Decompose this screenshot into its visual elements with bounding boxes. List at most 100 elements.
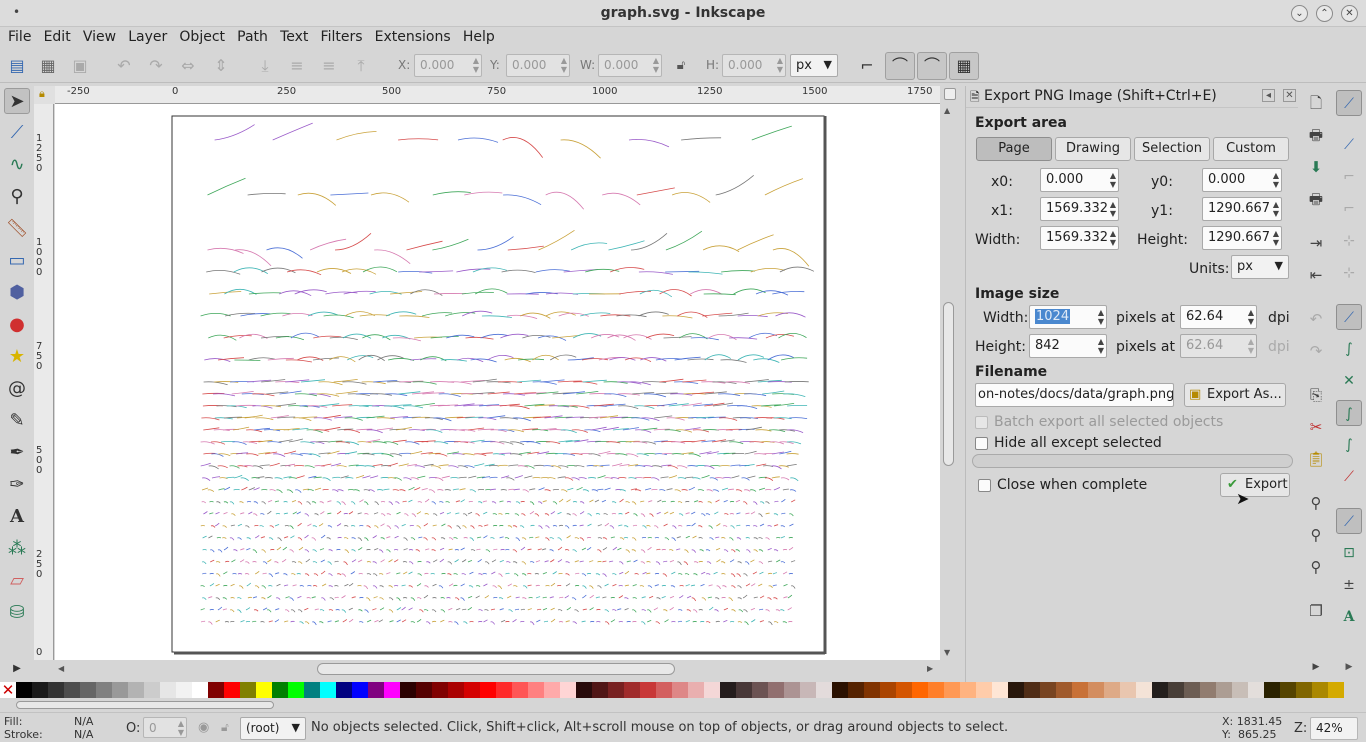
color-swatch[interactable] <box>688 682 704 698</box>
x-input[interactable]: 0.000 ▲ ▼ <box>414 54 482 77</box>
color-swatch[interactable] <box>416 682 432 698</box>
opacity-input[interactable]: 0 ▲ ▼ <box>143 717 187 738</box>
color-swatch[interactable] <box>80 682 96 698</box>
spin-arrows-icon[interactable]: ▲ ▼ <box>1110 200 1116 218</box>
spin-arrows-icon[interactable]: ▲ ▼ <box>1273 171 1279 189</box>
color-swatch[interactable] <box>1264 682 1280 698</box>
color-swatch[interactable] <box>1184 682 1200 698</box>
eraser-tool-icon[interactable]: ▱ <box>4 568 30 594</box>
color-swatch[interactable] <box>496 682 512 698</box>
area-selection-button[interactable]: Selection <box>1134 137 1210 161</box>
snap-intersections-icon[interactable]: ✕ <box>1336 368 1362 394</box>
expand-toolbox-icon[interactable]: ▶ <box>4 656 30 682</box>
color-swatch[interactable] <box>1008 682 1024 698</box>
color-swatch[interactable] <box>976 682 992 698</box>
cut-icon[interactable]: ✂ <box>1305 416 1327 438</box>
menu-file[interactable]: File <box>0 27 31 45</box>
color-swatch[interactable] <box>160 682 176 698</box>
color-swatch[interactable] <box>272 682 288 698</box>
horizontal-scrollbar[interactable]: ◀ ▶ <box>55 662 940 677</box>
color-swatch[interactable] <box>1232 682 1248 698</box>
spin-arrows-icon[interactable]: ▲ ▼ <box>178 719 184 737</box>
img-width-input[interactable]: 1024 ▲ ▼ <box>1029 305 1107 329</box>
color-swatch[interactable] <box>1312 682 1328 698</box>
color-swatch[interactable] <box>784 682 800 698</box>
selector-tool-icon[interactable]: ➤ <box>4 88 30 114</box>
color-swatch[interactable] <box>720 682 736 698</box>
color-swatch[interactable] <box>288 682 304 698</box>
y1-input[interactable]: 1290.667 ▲ ▼ <box>1202 197 1282 221</box>
minimize-icon[interactable]: ⌄ <box>1291 5 1308 22</box>
save-icon[interactable]: ⬇ <box>1305 156 1327 178</box>
pen-tool-icon[interactable]: ✒ <box>4 440 30 466</box>
snap-nodes-icon[interactable]: ⟋ <box>1336 304 1362 330</box>
redo-icon[interactable]: ↷ <box>1305 340 1327 362</box>
snap-smooth-nodes-icon[interactable]: ∫ <box>1336 432 1362 458</box>
lower-to-bottom-icon[interactable]: ⤓ <box>254 56 276 76</box>
snap-cusp-nodes-icon[interactable]: ∫ <box>1336 400 1362 426</box>
color-swatch[interactable] <box>1072 682 1088 698</box>
color-swatch[interactable] <box>1152 682 1168 698</box>
vertical-scrollbar[interactable]: ▲ ▼ <box>940 104 957 660</box>
spin-arrows-icon[interactable]: ▲ ▼ <box>1110 229 1116 247</box>
zoom-input[interactable]: 42% <box>1310 717 1358 740</box>
copy-icon[interactable]: ⎘ <box>1305 384 1327 406</box>
color-swatch[interactable] <box>336 682 352 698</box>
color-swatch[interactable] <box>672 682 688 698</box>
measure-tool-icon[interactable]: 📏︎ <box>4 216 30 242</box>
vertical-ruler[interactable]: 1250 1000 750 500 250 0 <box>34 104 54 660</box>
color-swatch[interactable] <box>528 682 544 698</box>
color-swatch[interactable] <box>464 682 480 698</box>
units-select[interactable]: px ▼ <box>1231 255 1289 279</box>
img-height-input[interactable]: 842 ▲ ▼ <box>1029 334 1107 358</box>
color-swatch[interactable] <box>1104 682 1120 698</box>
color-swatch[interactable] <box>896 682 912 698</box>
tweak-tool-icon[interactable]: ∿ <box>4 152 30 178</box>
spin-arrows-icon[interactable]: ▲ ▼ <box>561 56 567 74</box>
color-swatch[interactable] <box>960 682 976 698</box>
color-swatch[interactable] <box>96 682 112 698</box>
iconify-icon[interactable]: ◂ <box>1262 89 1275 102</box>
palette-scrollbar[interactable] <box>0 699 1366 711</box>
color-swatch[interactable] <box>864 682 880 698</box>
rotate-cw-icon[interactable]: ↷ <box>145 56 167 76</box>
color-swatch[interactable] <box>1280 682 1296 698</box>
menu-layer[interactable]: Layer <box>120 27 167 45</box>
spin-arrows-icon[interactable]: ▲ ▼ <box>1273 229 1279 247</box>
lower-icon[interactable]: ≡ <box>286 56 308 76</box>
rectangle-tool-icon[interactable]: ▭ <box>4 248 30 274</box>
color-swatch[interactable] <box>544 682 560 698</box>
zoom-selection-icon[interactable]: ⚲ <box>1305 492 1327 514</box>
raise-to-top-icon[interactable]: ⤒ <box>350 56 372 76</box>
scroll-down-icon[interactable]: ▼ <box>944 648 950 657</box>
paste-icon[interactable]: 📋︎ <box>1305 448 1327 470</box>
menu-path[interactable]: Path <box>229 27 268 45</box>
spin-arrows-icon[interactable]: ▲ ▼ <box>1098 308 1104 326</box>
hide-except-selected-checkbox[interactable] <box>975 437 988 450</box>
color-swatch[interactable] <box>1328 682 1344 698</box>
menu-extensions[interactable]: Extensions <box>367 27 451 45</box>
snap-midpoints-icon[interactable]: ⟋ <box>1336 464 1362 490</box>
area-drawing-button[interactable]: Drawing <box>1055 137 1131 161</box>
calligraphy-tool-icon[interactable]: ✑ <box>4 472 30 498</box>
color-swatch[interactable] <box>656 682 672 698</box>
flip-vertical-icon[interactable]: ⇕ <box>210 56 232 76</box>
zoom-tool-icon[interactable]: ⚲ <box>4 184 30 210</box>
area-page-button[interactable]: Page <box>976 137 1052 161</box>
spin-arrows-icon[interactable]: ▲ ▼ <box>653 56 659 74</box>
horizontal-scroll-thumb[interactable] <box>317 663 675 675</box>
color-swatch[interactable] <box>560 682 576 698</box>
export-doc-icon[interactable]: ⇤ <box>1305 264 1327 286</box>
duplicate-icon[interactable]: ❐ <box>1305 600 1327 622</box>
unit-select[interactable]: px ▼ <box>790 54 838 77</box>
color-swatch[interactable] <box>704 682 720 698</box>
color-swatch[interactable] <box>432 682 448 698</box>
color-swatch[interactable] <box>736 682 752 698</box>
star-tool-icon[interactable]: ★ <box>4 344 30 370</box>
raise-icon[interactable]: ≡ <box>318 56 340 76</box>
color-swatch[interactable] <box>768 682 784 698</box>
color-swatch[interactable] <box>448 682 464 698</box>
export-button[interactable]: ✔ Export <box>1220 473 1290 497</box>
ellipse-tool-icon[interactable]: ● <box>4 312 30 338</box>
horizontal-ruler[interactable]: -250 0 250 500 750 1000 1250 1500 1750 <box>55 86 940 104</box>
